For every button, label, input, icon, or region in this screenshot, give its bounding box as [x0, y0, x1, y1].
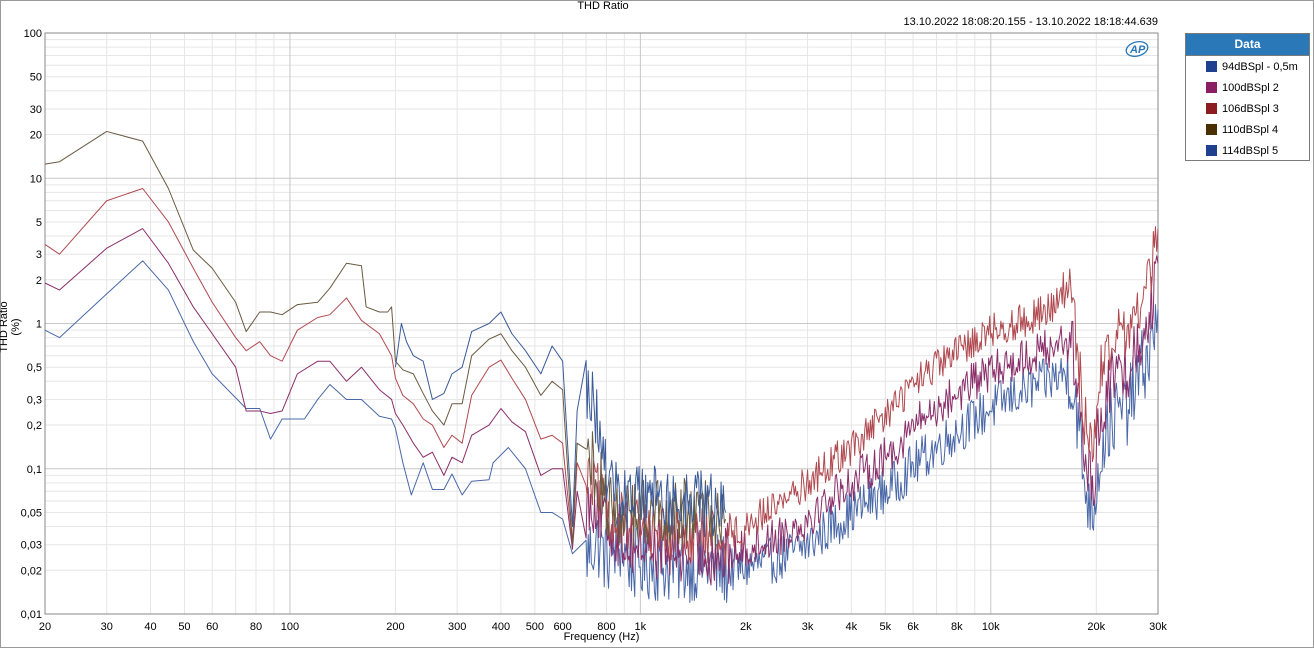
- legend-item[interactable]: 110dBSpl 4: [1186, 119, 1309, 140]
- legend-swatch: [1206, 124, 1217, 135]
- legend-label: 94dBSpl - 0,5m: [1222, 60, 1298, 73]
- x-tick-label: 50: [178, 621, 190, 633]
- y-tick-label: 100: [24, 28, 42, 40]
- legend-item[interactable]: 100dBSpl 2: [1186, 77, 1309, 98]
- svg-text:AP: AP: [1129, 44, 1146, 56]
- y-tick-label: 0,2: [27, 420, 42, 432]
- legend-item[interactable]: 106dBSpl 3: [1186, 98, 1309, 119]
- y-tick-label: 0,1: [27, 464, 42, 476]
- y-tick-label: 50: [30, 72, 42, 84]
- legend: Data 94dBSpl - 0,5m 100dBSpl 2 106dBSpl 3 1…: [1185, 33, 1310, 161]
- legend-item[interactable]: 114dBSpl 5: [1186, 140, 1309, 161]
- x-tick-label: 2k: [740, 621, 752, 633]
- x-tick-label: 500: [526, 621, 544, 633]
- x-tick-label: 3k: [802, 621, 814, 633]
- legend-swatch: [1206, 145, 1217, 156]
- x-tick-label: 800: [597, 621, 615, 633]
- x-tick-label: 10k: [982, 621, 1000, 633]
- legend-header: Data: [1186, 34, 1309, 56]
- x-tick-label: 40: [144, 621, 156, 633]
- x-tick-label: 8k: [951, 621, 963, 633]
- y-tick-label: 5: [36, 217, 42, 229]
- y-tick-label: 0,5: [27, 362, 42, 374]
- legend-swatch: [1206, 82, 1217, 93]
- x-tick-label: 1k: [635, 621, 647, 633]
- ap-logo-icon: AP: [1125, 41, 1149, 57]
- y-tick-label: 0,05: [21, 507, 42, 519]
- x-tick-label: 200: [386, 621, 404, 633]
- plot-area: 20 30 40 50 60 80 100 200 300 400 500 600 800 1k 2k 3k 4…: [21, 28, 1168, 633]
- y-tick-label: 0,3: [27, 394, 42, 406]
- x-tick-label: 5k: [879, 621, 891, 633]
- y-tick-label: 0,01: [21, 609, 42, 621]
- legend-item[interactable]: 94dBSpl - 0,5m: [1186, 56, 1309, 77]
- y-tick-label: 20: [30, 130, 42, 142]
- x-tick-label: 4k: [846, 621, 858, 633]
- y-tick-label: 1: [36, 319, 42, 331]
- y-tick-label: 0,03: [21, 540, 42, 552]
- x-tick-label: 6k: [907, 621, 919, 633]
- x-tick-label: 100: [281, 621, 299, 633]
- x-tick-label: 300: [448, 621, 466, 633]
- legend-label: 100dBSpl 2: [1222, 81, 1279, 94]
- x-tick-label: 400: [492, 621, 510, 633]
- legend-swatch: [1206, 61, 1217, 72]
- x-tick-label: 20: [39, 621, 51, 633]
- legend-label: 106dBSpl 3: [1222, 102, 1279, 115]
- y-tick-label: 2: [36, 275, 42, 287]
- y-tick-label: 3: [36, 249, 42, 261]
- y-tick-label: 10: [30, 173, 42, 185]
- x-tick-label: 30k: [1149, 621, 1167, 633]
- legend-swatch: [1206, 103, 1217, 114]
- x-tick-label: 30: [101, 621, 113, 633]
- x-tick-label: 20k: [1087, 621, 1105, 633]
- legend-label: 114dBSpl 5: [1222, 144, 1279, 157]
- x-tick-label: 60: [206, 621, 218, 633]
- y-tick-label: 30: [30, 104, 42, 116]
- x-tick-label: 600: [553, 621, 571, 633]
- legend-label: 110dBSpl 4: [1222, 123, 1279, 136]
- x-tick-label: 80: [250, 621, 262, 633]
- y-tick-label: 0,02: [21, 565, 42, 577]
